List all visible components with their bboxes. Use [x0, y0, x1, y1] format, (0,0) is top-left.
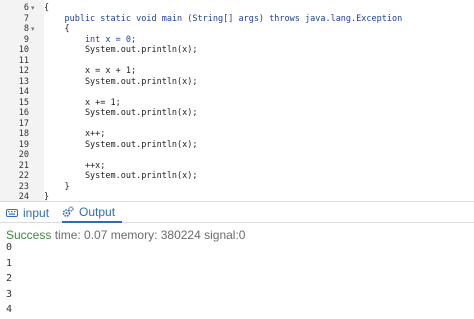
line-number: 16 [18, 108, 29, 118]
fold-arrow-icon[interactable]: ▾ [31, 24, 41, 34]
success-status: Success [6, 228, 52, 242]
code-line: System.out.println(x); [44, 171, 198, 181]
code-line: } [44, 181, 70, 192]
line-number: 23 [18, 181, 29, 192]
output-line: 2 [6, 273, 13, 284]
tab-output[interactable]: Output [62, 202, 122, 223]
code-line: x += 1; [44, 97, 121, 108]
line-number: 21 [18, 160, 29, 171]
ideone-result-page: 6 ▾ 7 8 ▾ 9 10 11 12 13 14 15 16 17 18 1… [0, 0, 474, 319]
run-status-line: Success time: 0.07 memory: 380224 signal… [6, 228, 245, 242]
code-line: public static void main (String[] args) … [44, 13, 403, 24]
code-line: System.out.println(x); [44, 45, 198, 55]
code-line: System.out.println(x); [44, 108, 198, 118]
output-line: 1 [6, 257, 13, 269]
line-number: 19 [18, 139, 29, 150]
output-line: 0 [6, 242, 13, 253]
output-line: 3 [6, 288, 13, 300]
tab-input[interactable]: input [6, 202, 58, 223]
tab-input-label: input [23, 205, 50, 220]
line-number: 18 [18, 129, 29, 139]
line-number: 9 [23, 34, 29, 45]
keyboard-icon [6, 207, 18, 219]
io-tab-bar: input Output [0, 201, 474, 223]
line-number: 7 [23, 13, 29, 24]
line-number: 20 [18, 150, 29, 160]
line-number: 17 [18, 118, 29, 129]
code-line: System.out.println(x); [44, 139, 198, 150]
code-line: x = x + 1; [44, 66, 137, 76]
line-number: 8 [23, 24, 29, 34]
line-number: 11 [18, 55, 29, 66]
line-number: 12 [18, 66, 29, 76]
code-line: ++x; [44, 160, 106, 171]
code-editor[interactable]: 6 ▾ 7 8 ▾ 9 10 11 12 13 14 15 16 17 18 1… [0, 0, 474, 202]
gears-icon [62, 205, 74, 218]
code-line: int x = 0; [44, 34, 137, 45]
run-details: time: 0.07 memory: 380224 signal:0 [54, 228, 246, 242]
code-line: { [44, 24, 70, 34]
line-number-gutter: 6 ▾ 7 8 ▾ 9 10 11 12 13 14 15 16 17 18 1… [0, 0, 44, 202]
code-line: x++; [44, 129, 106, 139]
line-number: 6 [23, 3, 29, 13]
fold-arrow-icon[interactable]: ▾ [31, 3, 41, 13]
output-pane: Success time: 0.07 memory: 380224 signal… [0, 223, 474, 319]
line-number: 22 [18, 171, 29, 181]
code-line: System.out.println(x); [44, 76, 198, 87]
tab-output-label: Output [79, 204, 116, 219]
output-line: 4 [6, 304, 13, 315]
line-number: 15 [18, 97, 29, 108]
line-number: 14 [18, 87, 29, 97]
code-text-area[interactable]: { public static void main (String[] args… [44, 0, 474, 202]
line-number: 10 [18, 45, 29, 55]
line-number: 13 [18, 76, 29, 87]
code-line: { [44, 3, 50, 13]
